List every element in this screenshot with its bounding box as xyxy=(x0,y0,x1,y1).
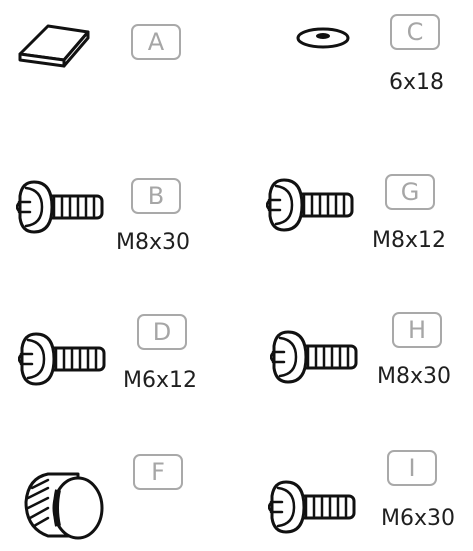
part-label-d: D xyxy=(137,314,187,350)
part-label-b: B xyxy=(131,178,181,214)
part-h xyxy=(269,330,362,394)
part-size-b: M8x30 xyxy=(116,230,190,255)
screw-icon xyxy=(265,178,354,232)
part-d xyxy=(17,332,110,396)
part-size-h: M8x30 xyxy=(377,364,451,389)
screw-icon xyxy=(269,330,358,384)
screw-icon xyxy=(267,480,356,534)
part-label-i: I xyxy=(387,450,437,486)
part-size-c: 6x18 xyxy=(389,70,445,95)
screw-icon xyxy=(15,180,104,234)
part-b xyxy=(15,180,108,244)
part-i xyxy=(267,480,360,544)
part-label-c: C xyxy=(390,14,440,50)
part-a xyxy=(18,22,90,72)
part-label-g: G xyxy=(385,174,435,210)
washer-icon xyxy=(296,27,350,49)
part-size-g: M8x12 xyxy=(372,228,446,253)
adhesive-pad-icon xyxy=(18,24,90,68)
end-cap-icon xyxy=(24,472,104,540)
part-label-a: A xyxy=(131,24,181,60)
part-label-h: H xyxy=(392,312,442,348)
part-c xyxy=(296,26,352,54)
screw-icon xyxy=(17,332,106,386)
part-label-f: F xyxy=(133,454,183,490)
part-g xyxy=(265,178,358,242)
part-f xyxy=(18,464,108,548)
part-size-i: M6x30 xyxy=(381,506,455,531)
part-size-d: M6x12 xyxy=(123,368,197,393)
